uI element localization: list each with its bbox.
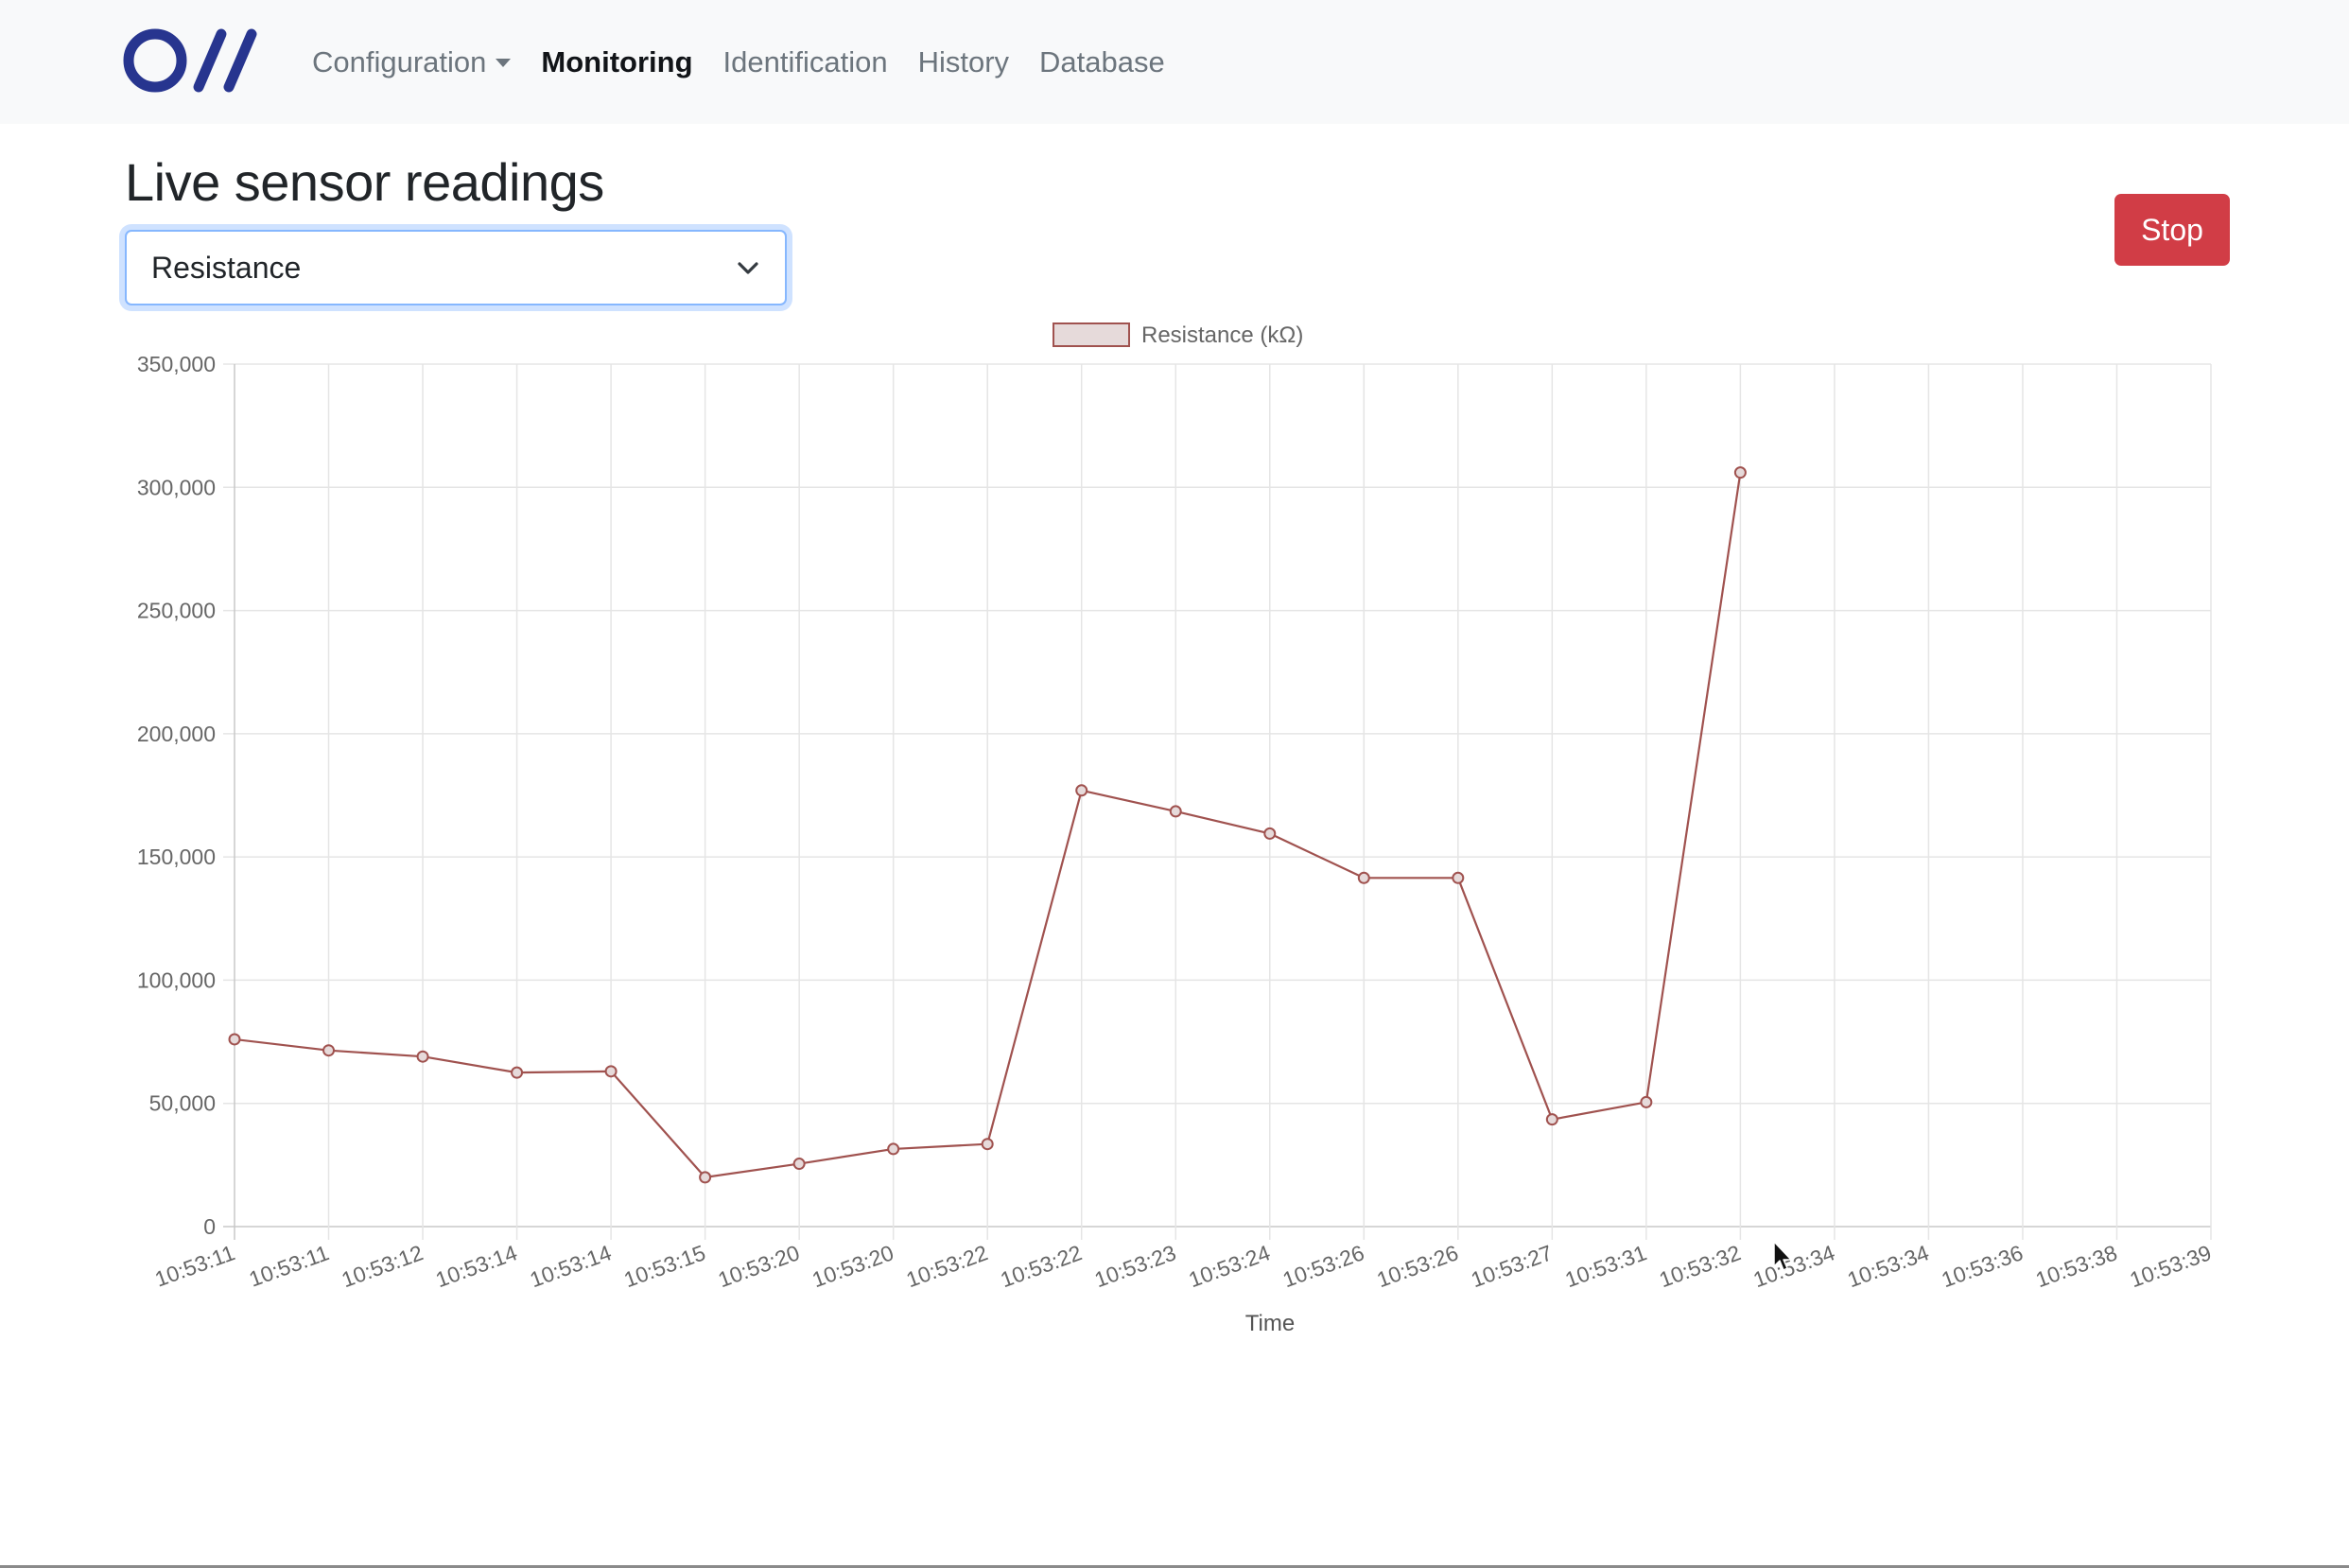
x-tick-label: 10:53:23	[1091, 1240, 1179, 1292]
data-point	[887, 1142, 900, 1156]
nav-configuration-label: Configuration	[312, 44, 487, 78]
data-point	[699, 1171, 712, 1184]
x-tick-label: 10:53:36	[1939, 1240, 2027, 1292]
stop-button[interactable]: Stop	[2114, 194, 2230, 266]
data-point	[1545, 1113, 1558, 1126]
x-tick-label: 10:53:34	[1844, 1240, 1932, 1292]
data-point	[1452, 871, 1465, 884]
mouse-cursor-icon	[1773, 1241, 1792, 1271]
data-point	[511, 1066, 524, 1079]
data-point	[792, 1158, 806, 1171]
x-axis-title: Time	[1245, 1311, 1295, 1336]
y-tick-label: 100,000	[137, 967, 216, 992]
x-tick-label: 10:53:11	[151, 1240, 237, 1291]
data-point	[322, 1044, 336, 1057]
nav-history[interactable]: History	[918, 45, 1009, 79]
page-title: Live sensor readings	[125, 152, 604, 212]
nav-history-label: History	[917, 44, 1010, 78]
chevron-down-icon	[738, 262, 758, 274]
x-tick-label: 10:53:26	[1373, 1240, 1461, 1292]
data-point	[1640, 1095, 1653, 1108]
caret-down-icon	[496, 59, 512, 67]
x-tick-label: 10:53:24	[1185, 1240, 1273, 1292]
nav-monitoring-label: Monitoring	[541, 44, 693, 78]
y-tick-label: 0	[203, 1214, 216, 1239]
x-tick-label: 10:53:39	[2127, 1240, 2215, 1292]
x-tick-label: 10:53:38	[2032, 1240, 2120, 1292]
data-point	[1263, 827, 1277, 840]
openmos-logo-icon[interactable]	[123, 25, 267, 96]
x-tick-label: 10:53:22	[997, 1240, 1085, 1292]
x-tick-label: 10:53:11	[246, 1240, 332, 1291]
data-point	[1733, 466, 1747, 479]
navbar: Configuration Monitoring Identification …	[0, 0, 2349, 124]
legend-swatch	[1053, 322, 1130, 347]
data-point	[1357, 871, 1370, 884]
x-tick-label: 10:53:14	[527, 1240, 615, 1292]
nav-identification[interactable]: Identification	[723, 45, 888, 79]
nav-monitoring[interactable]: Monitoring	[541, 45, 692, 79]
y-tick-label: 350,000	[137, 352, 216, 376]
y-tick-label: 300,000	[137, 475, 216, 499]
x-tick-label: 10:53:20	[715, 1240, 803, 1292]
data-point	[228, 1033, 241, 1046]
nav-identification-label: Identification	[722, 44, 888, 78]
x-tick-label: 10:53:32	[1656, 1240, 1744, 1292]
data-point	[1169, 805, 1182, 818]
nav-configuration[interactable]: Configuration	[312, 44, 512, 79]
x-tick-label: 10:53:20	[809, 1240, 896, 1292]
y-tick-label: 50,000	[149, 1091, 216, 1116]
y-tick-label: 150,000	[137, 845, 216, 869]
data-point	[416, 1050, 429, 1063]
sensor-select-value: Resistance	[151, 251, 302, 285]
x-tick-label: 10:53:27	[1468, 1240, 1556, 1292]
y-tick-label: 200,000	[137, 722, 216, 746]
legend-label: Resistance (kΩ)	[1141, 322, 1303, 348]
x-tick-label: 10:53:15	[620, 1240, 708, 1292]
x-tick-label: 10:53:22	[903, 1240, 991, 1292]
nav-database-label: Database	[1039, 44, 1165, 78]
x-tick-label: 10:53:12	[339, 1240, 426, 1292]
sensor-select[interactable]: Resistance	[125, 230, 787, 305]
data-point	[604, 1065, 618, 1078]
sensor-line-chart: 0 50,000 100,000 150,000 200,000 250,000 300,0…	[137, 322, 2215, 1336]
y-tick-label: 250,000	[137, 599, 216, 623]
x-tick-label: 10:53:34	[1750, 1240, 1838, 1292]
data-point	[1075, 784, 1088, 797]
x-tick-label: 10:53:14	[432, 1240, 520, 1292]
data-point	[981, 1138, 994, 1151]
main-nav: Configuration Monitoring Identification …	[312, 0, 1195, 124]
x-tick-label: 10:53:26	[1279, 1240, 1367, 1292]
x-tick-label: 10:53:31	[1562, 1240, 1650, 1292]
nav-database[interactable]: Database	[1039, 45, 1165, 79]
